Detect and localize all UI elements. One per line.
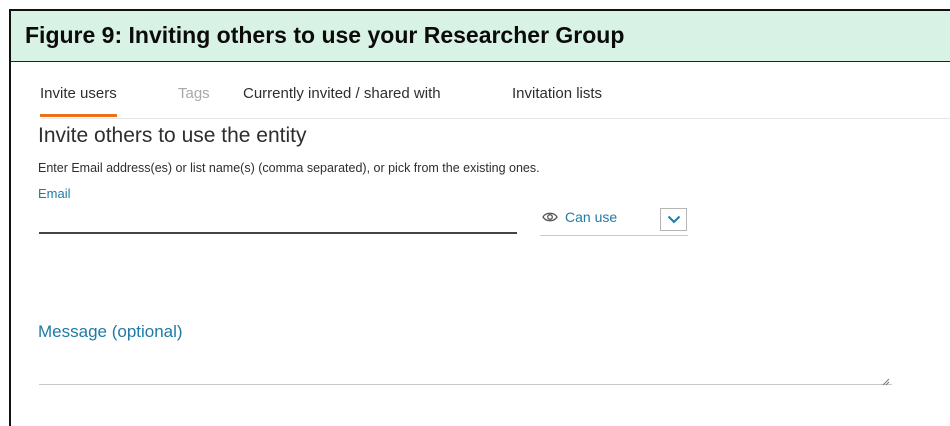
tab-bar: Invite users Tags Currently invited / sh… xyxy=(11,62,950,119)
message-field[interactable] xyxy=(39,352,892,385)
email-label: Email xyxy=(38,186,71,201)
chevron-down-icon xyxy=(667,215,681,224)
permission-value: Can use xyxy=(565,209,618,225)
eye-icon xyxy=(542,212,558,222)
resize-grip-icon[interactable] xyxy=(882,378,890,386)
tab-label: Invite users xyxy=(40,85,117,102)
permission-dropdown-button[interactable] xyxy=(660,208,687,231)
figure-caption: Figure 9: Inviting others to use your Re… xyxy=(25,22,625,48)
tab-currently-invited[interactable]: Currently invited / shared with xyxy=(243,85,441,102)
message-label: Message (optional) xyxy=(38,322,183,341)
figure-caption-banner: Figure 9: Inviting others to use your Re… xyxy=(11,11,950,62)
tab-invite-users[interactable]: Invite users xyxy=(40,85,117,117)
email-field[interactable] xyxy=(39,206,517,234)
permission-select[interactable]: Can use xyxy=(540,204,688,236)
tab-tags: Tags xyxy=(178,85,210,102)
page-title: Invite others to use the entity xyxy=(38,124,307,147)
tab-bar-divider xyxy=(41,118,950,119)
active-tab-indicator xyxy=(40,114,117,117)
tab-invitation-lists[interactable]: Invitation lists xyxy=(512,85,602,102)
instruction-text: Enter Email address(es) or list name(s) … xyxy=(38,161,540,175)
